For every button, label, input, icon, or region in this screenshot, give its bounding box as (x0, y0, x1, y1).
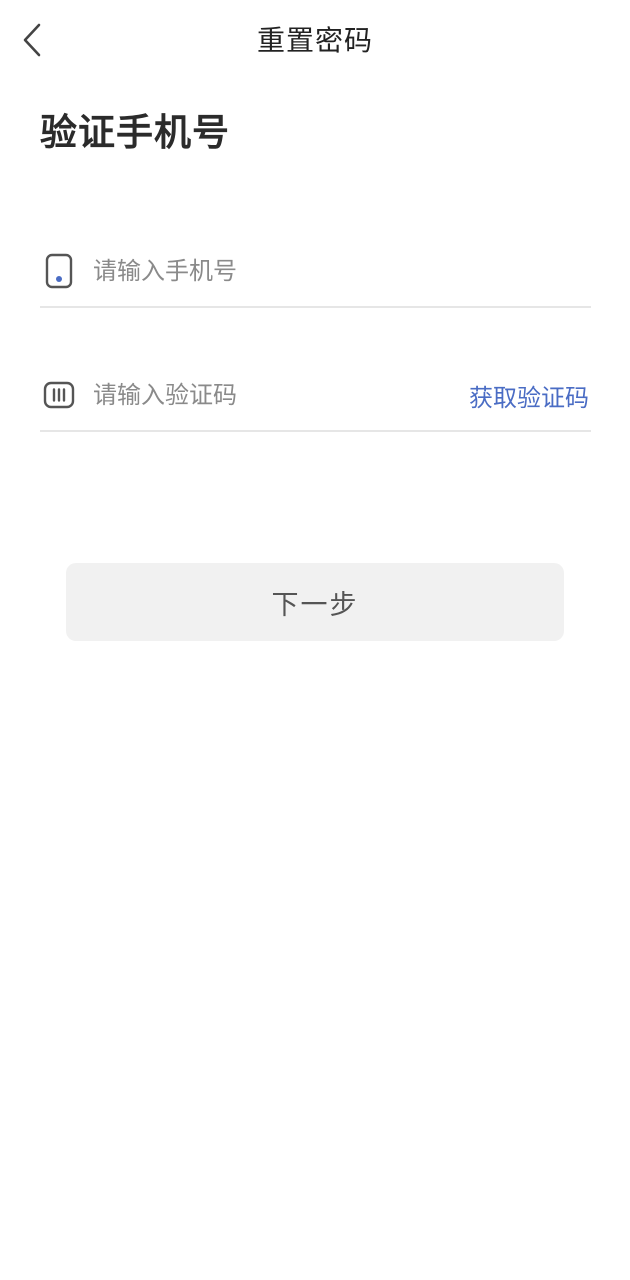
nav-bar: 重置密码 (0, 0, 630, 80)
verification-code-field: 获取验证码 (40, 360, 591, 432)
reset-password-screen: 重置密码 验证手机号 获取验证码 下一步 (0, 0, 630, 1280)
section-heading: 验证手机号 (40, 111, 230, 154)
verification-code-icon (43, 377, 75, 413)
phone-field (40, 236, 591, 308)
verification-code-input[interactable] (93, 375, 469, 415)
get-code-button[interactable]: 获取验证码 (469, 378, 589, 413)
page-title: 重置密码 (256, 24, 373, 57)
phone-input[interactable] (93, 251, 591, 291)
phone-icon (43, 253, 75, 289)
next-step-button[interactable]: 下一步 (66, 563, 564, 641)
